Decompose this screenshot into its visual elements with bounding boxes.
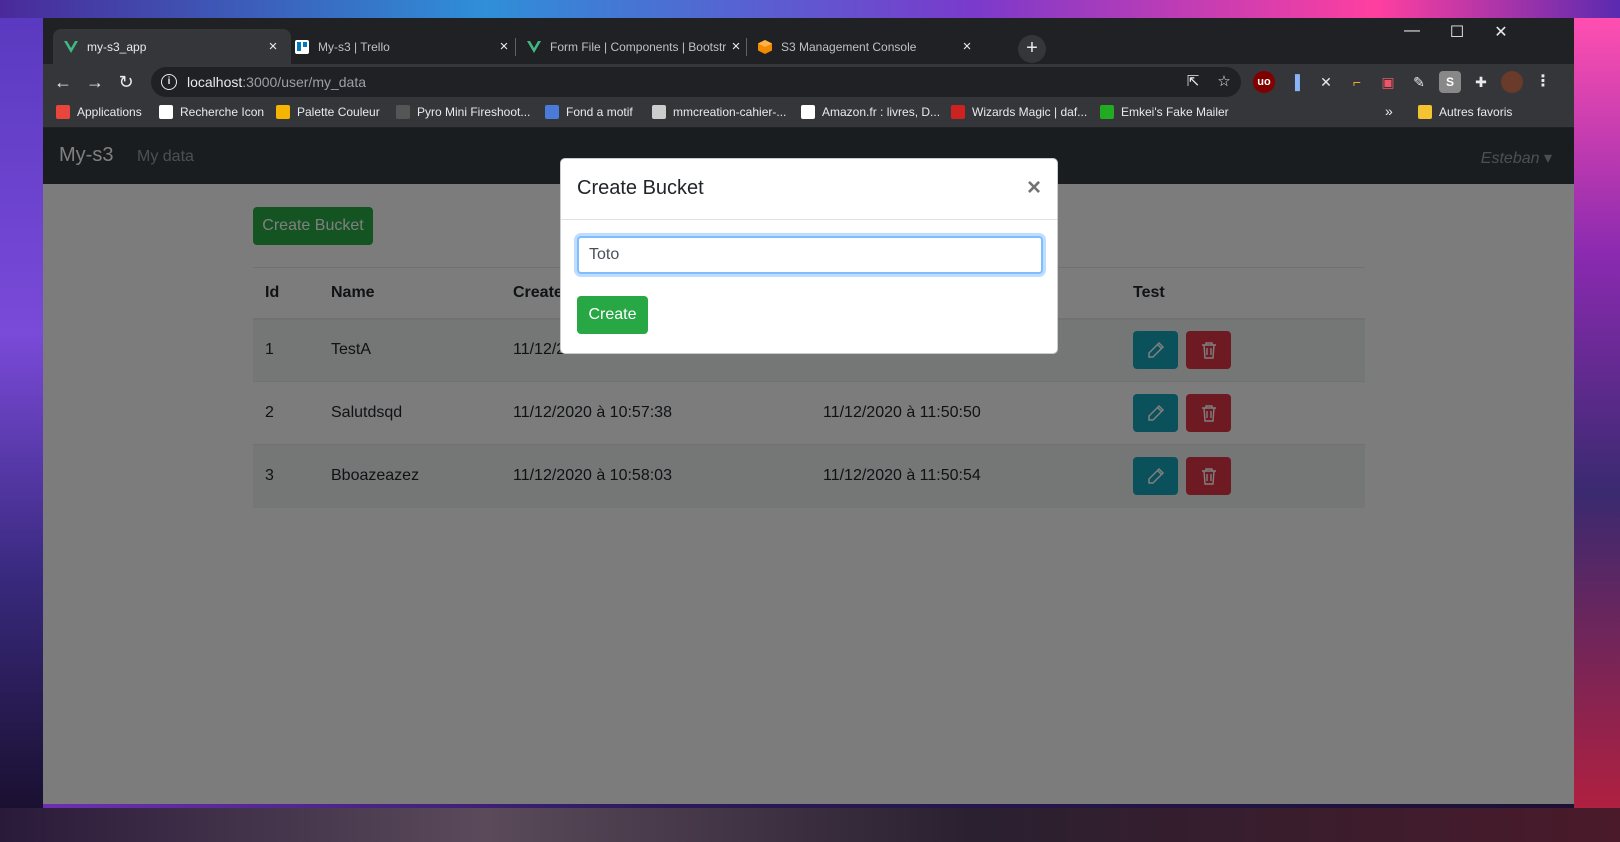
desktop-wallpaper-top: [0, 0, 1620, 18]
bookmark-amazon[interactable]: Amazon.fr : livres, D...: [801, 105, 940, 119]
tab-bootstrap-vue[interactable]: Form File | Components | Bootstr ×: [516, 29, 754, 64]
tab-trello[interactable]: My-s3 | Trello ×: [284, 29, 522, 64]
reload-icon[interactable]: ↻: [114, 70, 138, 94]
browser-window: my-s3_app × My-s3 | Trello × Form File |…: [43, 18, 1574, 804]
forward-icon[interactable]: →: [83, 70, 107, 94]
extension-pdf-icon[interactable]: ▣: [1377, 71, 1399, 93]
trello-icon: [294, 39, 310, 55]
grid-icon: [652, 105, 666, 119]
extensions-puzzle-icon[interactable]: ✚: [1470, 71, 1492, 93]
vue-icon: [63, 39, 79, 55]
tab-my-s3-app[interactable]: my-s3_app ×: [53, 29, 291, 64]
mailer-icon: [1100, 105, 1114, 119]
bookmarks-bar: Applications Recherche Icon Palette Coul…: [43, 100, 1574, 128]
url-host: localhost: [187, 74, 243, 90]
back-icon[interactable]: ←: [51, 70, 75, 94]
info-icon[interactable]: i: [161, 74, 177, 90]
amazon-icon: [801, 105, 815, 119]
close-icon[interactable]: ×: [1027, 174, 1041, 202]
search-icon: [159, 105, 173, 119]
tab-s3-console[interactable]: S3 Management Console ×: [747, 29, 985, 64]
mute-icon[interactable]: ✕: [1315, 71, 1337, 93]
maximize-icon[interactable]: ☐: [1434, 22, 1480, 42]
profile-avatar-icon[interactable]: [1501, 71, 1523, 93]
ublock-icon[interactable]: uo: [1253, 71, 1275, 93]
bucket-name-input[interactable]: [577, 236, 1043, 274]
extension-tool-icon[interactable]: ⌐: [1346, 71, 1368, 93]
bookmark-other-folder[interactable]: Autres favoris: [1418, 105, 1512, 119]
bookmark-applications[interactable]: Applications: [56, 105, 142, 119]
bookmark-wizards[interactable]: Wizards Magic | daf...: [951, 105, 1087, 119]
star-icon[interactable]: ☆: [1212, 67, 1236, 97]
bookmarks-overflow-icon[interactable]: »: [1385, 103, 1393, 119]
modal-header: Create Bucket ×: [561, 159, 1057, 220]
extension-pen-icon[interactable]: ✎: [1408, 71, 1430, 93]
browser-toolbar: ← → ↻ i localhost:3000/user/my_data ⇱ ☆ …: [43, 64, 1574, 100]
wizards-icon: [951, 105, 965, 119]
close-tab-icon[interactable]: ×: [496, 38, 512, 55]
extension-s-icon[interactable]: S: [1439, 71, 1461, 93]
folder-icon: [1418, 105, 1432, 119]
extension-bars-icon[interactable]: ▐: [1284, 71, 1306, 93]
vue-icon: [526, 39, 542, 55]
minimize-icon[interactable]: —: [1389, 22, 1435, 40]
bookmark-pyro[interactable]: Pyro Mini Fireshoot...: [396, 105, 530, 119]
bookmark-palette-couleur[interactable]: Palette Couleur: [276, 105, 380, 119]
tab-title: Form File | Components | Bootstr: [550, 39, 727, 54]
new-tab-button[interactable]: +: [1018, 35, 1046, 63]
bookmark-icon: [396, 105, 410, 119]
menu-kebab-icon[interactable]: ⋮: [1532, 71, 1554, 93]
bookmark-fake-mailer[interactable]: Emkei's Fake Mailer: [1100, 105, 1229, 119]
tab-title: My-s3 | Trello: [318, 39, 390, 54]
apps-grid-icon: [56, 105, 70, 119]
tab-title: my-s3_app: [87, 39, 147, 54]
tab-title: S3 Management Console: [781, 39, 917, 54]
bookmark-fond-a-motif[interactable]: Fond a motif: [545, 105, 633, 119]
desktop-wallpaper-right: [1574, 18, 1620, 808]
desktop-wallpaper-left: [0, 18, 43, 808]
address-bar[interactable]: i localhost:3000/user/my_data ⇱ ☆: [151, 67, 1241, 97]
open-external-icon[interactable]: ⇱: [1181, 67, 1205, 97]
create-bucket-modal: Create Bucket × Create: [560, 158, 1058, 354]
tab-strip: my-s3_app × My-s3 | Trello × Form File |…: [43, 18, 1574, 64]
create-button[interactable]: Create: [577, 296, 648, 334]
aws-icon: [757, 39, 773, 55]
close-tab-icon[interactable]: ×: [959, 38, 975, 55]
bookmark-recherche-icon[interactable]: Recherche Icon: [159, 105, 264, 119]
modal-title: Create Bucket: [577, 177, 704, 199]
close-tab-icon[interactable]: ×: [265, 38, 281, 55]
url-path: :3000/user/my_data: [242, 74, 367, 90]
bookmark-mmcreation[interactable]: mmcreation-cahier-...: [652, 105, 786, 119]
palette-icon: [276, 105, 290, 119]
close-window-icon[interactable]: ✕: [1478, 22, 1524, 42]
close-tab-icon[interactable]: ×: [728, 38, 744, 55]
desktop-wallpaper-bottom: [0, 808, 1620, 842]
pattern-icon: [545, 105, 559, 119]
